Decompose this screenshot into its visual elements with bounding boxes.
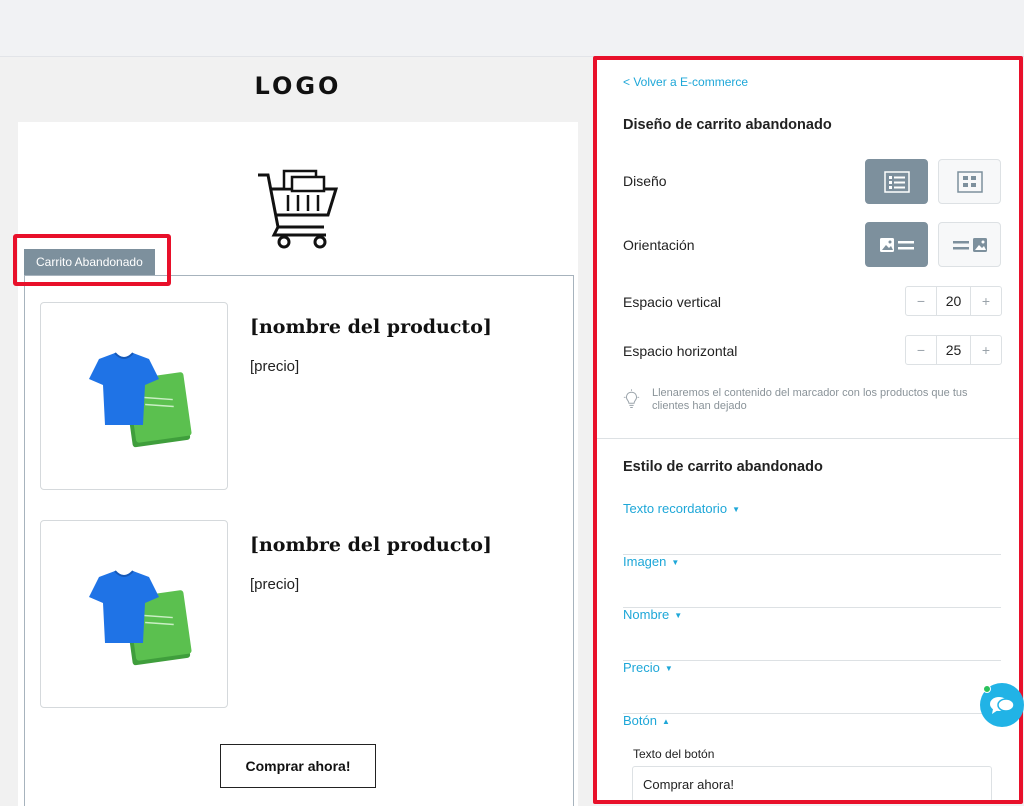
accordion-price[interactable]: Precio ▼ bbox=[623, 660, 1001, 714]
hint-message: Llenaremos el contenido del marcador con… bbox=[623, 387, 1003, 413]
image-right-icon bbox=[952, 237, 987, 252]
vertical-space-value[interactable]: 20 bbox=[936, 287, 971, 315]
style-section-title: Estilo de carrito abandonado bbox=[623, 459, 823, 475]
caret-down-icon: ▼ bbox=[671, 558, 680, 568]
section-divider bbox=[597, 438, 1020, 439]
design-option-list[interactable] bbox=[865, 159, 928, 204]
list-layout-icon bbox=[883, 170, 910, 193]
hint-text: Llenaremos el contenido del marcador con… bbox=[651, 387, 968, 412]
product-price: [precio] bbox=[250, 358, 300, 375]
button-text-input[interactable] bbox=[632, 766, 992, 801]
online-status-dot bbox=[983, 685, 991, 693]
tag-highlight-box bbox=[13, 234, 171, 286]
grid-layout-icon bbox=[956, 170, 983, 193]
product-price: [precio] bbox=[250, 576, 300, 593]
horizontal-space-label: Espacio horizontal bbox=[623, 343, 738, 359]
orientation-option-image-right[interactable] bbox=[938, 222, 1001, 267]
accordion-label[interactable]: Nombre bbox=[623, 607, 669, 622]
product-item: [nombre del producto] [precio] bbox=[40, 302, 560, 490]
design-section-title: Diseño de carrito abandonado bbox=[623, 117, 832, 133]
accordion-label[interactable]: Botón bbox=[623, 713, 657, 728]
back-link[interactable]: < Volver a E-commerce bbox=[623, 75, 748, 89]
increment-button[interactable]: + bbox=[971, 287, 1001, 315]
horizontal-space-value[interactable]: 25 bbox=[936, 336, 971, 364]
decrement-button[interactable]: − bbox=[906, 336, 936, 364]
vertical-space-stepper[interactable]: − 20 + bbox=[905, 286, 1002, 316]
lightbulb-icon bbox=[623, 389, 640, 409]
image-left-icon bbox=[879, 237, 914, 252]
caret-down-icon: ▼ bbox=[664, 664, 673, 674]
accordion-reminder-text[interactable]: Texto recordatorio ▼ bbox=[623, 501, 1001, 555]
increment-button[interactable]: + bbox=[971, 336, 1001, 364]
product-image bbox=[40, 302, 228, 490]
product-image bbox=[40, 520, 228, 708]
orientation-label: Orientación bbox=[623, 237, 695, 253]
caret-down-icon: ▼ bbox=[674, 611, 683, 621]
settings-panel: < Volver a E-commerce Diseño de carrito … bbox=[597, 57, 1020, 801]
orientation-option-image-left[interactable] bbox=[865, 222, 928, 267]
design-label: Diseño bbox=[623, 173, 667, 189]
caret-down-icon: ▼ bbox=[732, 505, 740, 515]
design-option-grid[interactable] bbox=[938, 159, 1001, 204]
accordion-name[interactable]: Nombre ▼ bbox=[623, 607, 1001, 661]
accordion-label[interactable]: Texto recordatorio bbox=[623, 501, 727, 516]
accordion-label[interactable]: Precio bbox=[623, 660, 660, 675]
vertical-space-label: Espacio vertical bbox=[623, 294, 722, 310]
product-item: [nombre del producto] [precio] bbox=[40, 520, 560, 708]
tshirt-book-icon bbox=[89, 570, 192, 666]
shopping-cart-icon bbox=[258, 169, 339, 249]
buy-now-button[interactable]: Comprar ahora! bbox=[220, 744, 376, 788]
product-name: [nombre del producto] bbox=[250, 316, 492, 338]
chat-bubble-icon bbox=[990, 697, 1015, 714]
accordion-label[interactable]: Imagen bbox=[623, 554, 666, 569]
accordion-image[interactable]: Imagen ▼ bbox=[623, 554, 1001, 608]
top-bar bbox=[0, 0, 1024, 57]
email-card: [nombre del producto] [precio] [nombre d… bbox=[18, 122, 578, 806]
email-preview: LOGO [nombre del producto] [precio] [nom… bbox=[0, 57, 596, 806]
decrement-button[interactable]: − bbox=[906, 287, 936, 315]
horizontal-space-stepper[interactable]: − 25 + bbox=[905, 335, 1002, 365]
logo-text: LOGO bbox=[254, 72, 342, 100]
caret-up-icon: ▲ bbox=[661, 717, 670, 727]
product-name: [nombre del producto] bbox=[250, 534, 492, 556]
tshirt-book-icon bbox=[89, 352, 192, 448]
button-text-label: Texto del botón bbox=[633, 747, 715, 761]
